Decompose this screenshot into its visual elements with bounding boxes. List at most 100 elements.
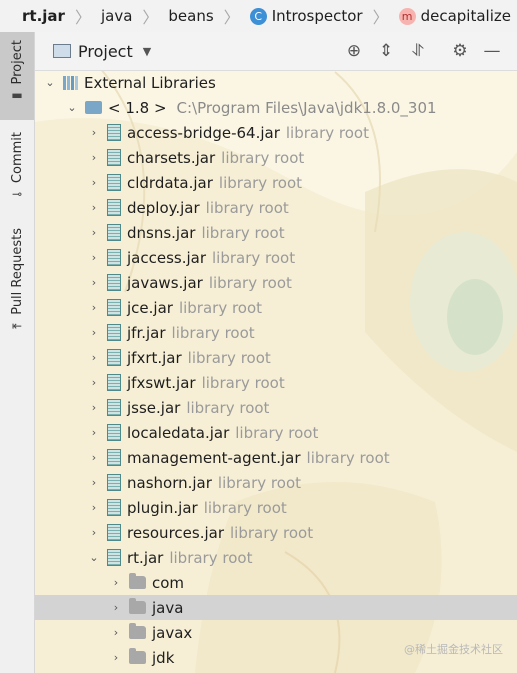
chevron-right-icon[interactable]: › [87, 501, 101, 514]
chevron-right-icon[interactable]: › [87, 251, 101, 264]
tree-node-jar[interactable]: › javaws.jar library root [35, 270, 517, 295]
tab-project[interactable]: Project ▬ [0, 32, 34, 120]
gear-icon[interactable]: ⚙ [450, 41, 470, 61]
node-label: plugin.jar [127, 498, 198, 517]
node-hint: library root [230, 523, 314, 542]
jar-icon [107, 199, 121, 216]
breadcrumb-item-java[interactable]: java [99, 7, 134, 25]
project-tree: ⌄ External Libraries ⌄ < 1.8 > C:\Progra… [35, 70, 517, 670]
chevron-right-icon[interactable]: › [87, 426, 101, 439]
chevron-down-icon[interactable]: ▼ [143, 45, 151, 58]
tab-pull-requests[interactable]: Pull Requests ⇤ [0, 228, 34, 343]
chevron-right-icon[interactable]: › [87, 176, 101, 189]
expand-all-icon[interactable]: ⇕ [376, 41, 396, 61]
node-hint: library root [201, 373, 285, 392]
chevron-right-icon[interactable]: › [87, 126, 101, 139]
chevron-right-icon[interactable]: › [109, 651, 123, 664]
tab-commit-label: Commit [9, 132, 25, 184]
tree-node-package[interactable]: › java [35, 595, 517, 620]
jar-icon [107, 399, 121, 416]
chevron-right-icon[interactable]: › [87, 526, 101, 539]
tree-node-jdk[interactable]: ⌄ < 1.8 > C:\Program Files\Java\jdk1.8.0… [35, 95, 517, 120]
node-label: com [152, 573, 185, 592]
chevron-right-icon[interactable]: › [109, 601, 123, 614]
chevron-right-icon[interactable]: › [109, 626, 123, 639]
node-label: < 1.8 > [108, 98, 167, 117]
tree-node-jar[interactable]: › localedata.jar library root [35, 420, 517, 445]
tree-node-jar[interactable]: › jfxrt.jar library root [35, 345, 517, 370]
node-label: deploy.jar [127, 198, 200, 217]
chevron-right-icon[interactable]: › [87, 151, 101, 164]
tree-node-jar[interactable]: › jaccess.jar library root [35, 245, 517, 270]
panel-toolbar: Project ▼ ⊕ ⇕ ⥯ ⚙ — [35, 32, 517, 71]
tree-node-jar[interactable]: › deploy.jar library root [35, 195, 517, 220]
node-label: javaws.jar [127, 273, 203, 292]
node-label: access-bridge-64.jar [127, 123, 280, 142]
node-hint: library root [212, 248, 296, 267]
tree-node-jar[interactable]: › plugin.jar library root [35, 495, 517, 520]
chevron-right-icon[interactable]: › [87, 326, 101, 339]
tree-node-jar[interactable]: › jce.jar library root [35, 295, 517, 320]
tree-node-jar[interactable]: › resources.jar library root [35, 520, 517, 545]
tree-node-jar[interactable]: › nashorn.jar library root [35, 470, 517, 495]
chevron-right-icon[interactable]: › [87, 301, 101, 314]
node-hint: library root [221, 148, 305, 167]
chevron-right-icon[interactable]: › [87, 276, 101, 289]
tree-node-jar[interactable]: ⌄ rt.jar library root [35, 545, 517, 570]
tree-node-jar[interactable]: › access-bridge-64.jar library root [35, 120, 517, 145]
tree-node-jar[interactable]: › jfr.jar library root [35, 320, 517, 345]
jar-icon [107, 449, 121, 466]
chevron-right-icon: 〉 [74, 8, 91, 27]
chevron-right-icon[interactable]: › [87, 401, 101, 414]
tab-project-label: Project [9, 40, 25, 85]
chevron-right-icon[interactable]: › [109, 576, 123, 589]
tree-node-jar[interactable]: › charsets.jar library root [35, 145, 517, 170]
folder-icon: ▬ [11, 88, 23, 103]
package-folder-icon [129, 648, 146, 664]
chevron-right-icon[interactable]: › [87, 201, 101, 214]
breadcrumb-label: decapitalize [420, 7, 511, 25]
chevron-right-icon[interactable]: › [87, 351, 101, 364]
node-label: jce.jar [127, 298, 173, 317]
node-hint: library root [171, 323, 255, 342]
breadcrumb-item-introspector[interactable]: C Introspector [248, 7, 365, 25]
tree-node-jar[interactable]: › cldrdata.jar library root [35, 170, 517, 195]
breadcrumb-item-rtjar[interactable]: rt.jar [0, 7, 67, 25]
chevron-down-icon[interactable]: ⌄ [43, 76, 57, 89]
panel-title[interactable]: Project [78, 42, 133, 61]
jdk-path: C:\Program Files\Java\jdk1.8.0_301 [176, 98, 437, 117]
jar-icon [107, 274, 121, 291]
tab-pull-requests-label: Pull Requests [9, 228, 25, 315]
jar-icon [107, 149, 121, 166]
breadcrumb: rt.jar 〉 java 〉 beans 〉 C Introspector 〉… [0, 0, 517, 33]
node-hint: library root [208, 273, 292, 292]
chevron-right-icon[interactable]: › [87, 451, 101, 464]
breadcrumb-item-decapitalize[interactable]: m decapitalize [397, 7, 513, 25]
tree-node-jar[interactable]: › management-agent.jar library root [35, 445, 517, 470]
collapse-all-icon[interactable]: ⥯ [408, 41, 428, 61]
tree-node-jar[interactable]: › dnsns.jar library root [35, 220, 517, 245]
chevron-right-icon[interactable]: › [87, 226, 101, 239]
chevron-right-icon[interactable]: › [87, 376, 101, 389]
tab-commit[interactable]: Commit ⊸ [0, 132, 34, 212]
jar-icon [107, 549, 121, 566]
locate-icon[interactable]: ⊕ [344, 41, 364, 61]
tree-node-jar[interactable]: › jfxswt.jar library root [35, 370, 517, 395]
chevron-down-icon[interactable]: ⌄ [65, 101, 79, 114]
tree-node-external-libraries[interactable]: ⌄ External Libraries [35, 70, 517, 95]
node-label: java [152, 598, 184, 617]
tree-node-jar[interactable]: › jsse.jar library root [35, 395, 517, 420]
jar-icon [107, 524, 121, 541]
chevron-right-icon: 〉 [223, 8, 240, 27]
minimize-icon[interactable]: — [482, 41, 502, 61]
tree-node-package[interactable]: › com [35, 570, 517, 595]
node-label: resources.jar [127, 523, 224, 542]
breadcrumb-item-beans[interactable]: beans [166, 7, 215, 25]
node-label: rt.jar [127, 548, 164, 567]
chevron-right-icon[interactable]: › [87, 476, 101, 489]
node-label: jsse.jar [127, 398, 181, 417]
node-label: cldrdata.jar [127, 173, 213, 192]
node-label: localedata.jar [127, 423, 230, 442]
chevron-down-icon[interactable]: ⌄ [87, 551, 101, 564]
node-hint: library root [285, 123, 369, 142]
